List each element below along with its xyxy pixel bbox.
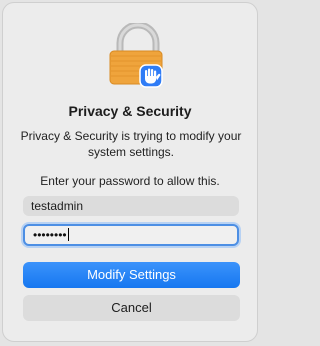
lock-icon bbox=[106, 21, 170, 89]
dialog-title: Privacy & Security bbox=[68, 103, 192, 119]
dialog-message: Privacy & Security is trying to modify y… bbox=[20, 129, 242, 159]
password-prompt: Enter your password to allow this. bbox=[40, 174, 220, 188]
modify-settings-button[interactable]: Modify Settings bbox=[23, 262, 240, 288]
password-field[interactable]: •••••••• bbox=[23, 224, 239, 246]
username-value: testadmin bbox=[31, 199, 84, 213]
authorization-dialog: Privacy & Security Privacy & Security is… bbox=[2, 2, 258, 342]
password-dots: •••••••• bbox=[33, 228, 67, 242]
hand-badge-icon bbox=[139, 64, 163, 88]
username-field[interactable]: testadmin bbox=[23, 196, 239, 216]
text-caret bbox=[67, 228, 69, 241]
cancel-button[interactable]: Cancel bbox=[23, 295, 240, 321]
